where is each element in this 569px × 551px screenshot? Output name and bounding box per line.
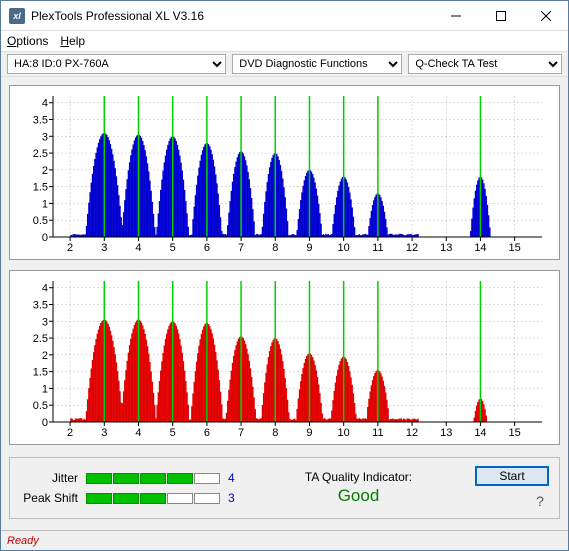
svg-text:7: 7	[238, 242, 244, 254]
start-button[interactable]: Start	[475, 466, 549, 486]
svg-text:12: 12	[406, 427, 418, 439]
content-area: 00.511.522.533.5423456789101112131415 00…	[1, 77, 568, 530]
svg-text:14: 14	[474, 427, 486, 439]
svg-text:13: 13	[440, 242, 452, 254]
svg-text:11: 11	[372, 242, 383, 254]
quality-indicator: TA Quality Indicator: Good	[262, 470, 455, 506]
svg-text:2.5: 2.5	[33, 333, 48, 345]
help-icon[interactable]: ?	[531, 492, 549, 510]
bar-segment	[113, 473, 139, 484]
peakshift-label: Peak Shift	[20, 491, 78, 505]
metric-jitter: Jitter 4	[20, 471, 242, 485]
quality-label: TA Quality Indicator:	[305, 470, 412, 484]
peakshift-bars	[86, 493, 220, 504]
jitter-label: Jitter	[20, 471, 78, 485]
svg-text:5: 5	[170, 242, 176, 254]
bar-segment	[140, 493, 166, 504]
svg-text:1.5: 1.5	[33, 182, 48, 194]
window-title: PlexTools Professional XL V3.16	[31, 9, 433, 23]
svg-text:2: 2	[42, 350, 48, 362]
svg-text:1: 1	[42, 198, 48, 210]
svg-text:9: 9	[306, 242, 312, 254]
svg-text:9: 9	[306, 427, 312, 439]
bar-segment	[167, 493, 193, 504]
chart-bottom: 0 0.5 1 1.5 2 2.5 3 3.5 4 2 3 4 5 6 7 8 9 10 11 12 13 14 15	[9, 270, 560, 445]
svg-text:5: 5	[170, 427, 176, 439]
chart-top: 0 0.5 1 1.5 2 2.5 3 3.5 4 2 3 4 5 6 7 8 9 10 11 12 13 14 15	[9, 85, 560, 260]
menu-help[interactable]: Help	[60, 34, 85, 48]
svg-text:0.5: 0.5	[33, 400, 48, 412]
svg-text:6: 6	[204, 427, 210, 439]
metric-peakshift: Peak Shift 3	[20, 491, 242, 505]
metrics: Jitter 4 Peak Shift 3	[20, 471, 242, 505]
jitter-bars	[86, 473, 220, 484]
actions: Start ?	[475, 466, 549, 510]
svg-text:6: 6	[204, 242, 210, 254]
svg-text:7: 7	[238, 427, 244, 439]
bar-segment	[86, 493, 112, 504]
function-select[interactable]: DVD Diagnostic Functions	[232, 54, 402, 74]
svg-text:3: 3	[101, 242, 107, 254]
svg-text:8: 8	[272, 242, 278, 254]
svg-text:1: 1	[42, 383, 48, 395]
close-button[interactable]	[523, 1, 568, 31]
svg-text:0: 0	[42, 232, 48, 244]
maximize-button[interactable]	[478, 1, 523, 31]
titlebar: xl PlexTools Professional XL V3.16	[1, 1, 568, 31]
svg-text:3: 3	[42, 316, 48, 328]
svg-text:2: 2	[67, 427, 73, 439]
svg-text:2.5: 2.5	[33, 148, 48, 160]
subtest-select[interactable]: Q-Check TA Test	[408, 54, 562, 74]
quality-value: Good	[338, 486, 380, 506]
bar-segment	[194, 473, 220, 484]
svg-text:0.5: 0.5	[33, 215, 48, 227]
menubar: Options Help	[1, 31, 568, 51]
svg-text:3: 3	[42, 131, 48, 143]
svg-text:3.5: 3.5	[33, 115, 48, 127]
svg-text:3.5: 3.5	[33, 300, 48, 312]
svg-text:0: 0	[42, 417, 48, 429]
app-icon: xl	[9, 8, 25, 24]
bar-segment	[113, 493, 139, 504]
svg-text:4: 4	[135, 427, 141, 439]
drive-select[interactable]: HA:8 ID:0 PX-760A	[7, 54, 226, 74]
svg-text:2: 2	[67, 242, 73, 254]
svg-text:4: 4	[135, 242, 141, 254]
jitter-value: 4	[228, 471, 242, 485]
toolbar: HA:8 ID:0 PX-760A DVD Diagnostic Functio…	[1, 51, 568, 77]
bar-segment	[167, 473, 193, 484]
svg-text:12: 12	[406, 242, 418, 254]
peakshift-value: 3	[228, 491, 242, 505]
results-panel: Jitter 4 Peak Shift 3 TA Quality Indicat…	[9, 457, 560, 519]
svg-text:10: 10	[338, 427, 350, 439]
svg-text:3: 3	[101, 427, 107, 439]
svg-text:1.5: 1.5	[33, 367, 48, 379]
svg-text:10: 10	[338, 242, 350, 254]
svg-text:2: 2	[42, 165, 48, 177]
bar-segment	[194, 493, 220, 504]
svg-text:15: 15	[509, 242, 521, 254]
svg-text:8: 8	[272, 427, 278, 439]
minimize-button[interactable]	[433, 1, 478, 31]
bar-segment	[140, 473, 166, 484]
svg-text:13: 13	[440, 427, 452, 439]
menu-options[interactable]: Options	[7, 34, 48, 48]
svg-text:15: 15	[509, 427, 521, 439]
svg-text:4: 4	[42, 98, 48, 110]
svg-text:14: 14	[474, 242, 486, 254]
statusbar: Ready	[1, 530, 568, 550]
svg-text:4: 4	[42, 283, 48, 295]
status-text: Ready	[7, 535, 39, 547]
bar-segment	[86, 473, 112, 484]
svg-text:11: 11	[372, 427, 383, 439]
